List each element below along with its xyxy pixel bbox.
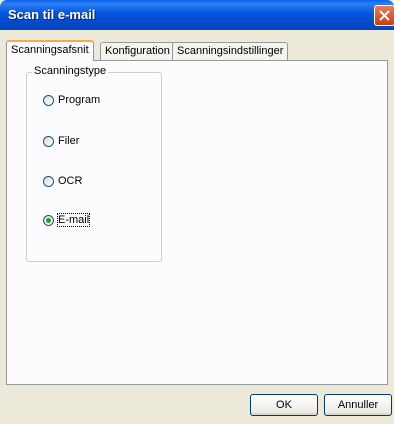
tab-label: Konfiguration [105,45,170,57]
radio-label: E-mail [56,213,91,227]
close-button[interactable] [374,5,394,26]
tab-konfiguration[interactable]: Konfiguration [100,42,175,60]
radio-label: Filer [58,135,80,147]
radio-label: OCR [58,175,83,187]
tab-scanningsindstillinger[interactable]: Scanningsindstillinger [172,42,289,60]
window-title: Scan til e-mail [8,7,96,22]
radio-button[interactable] [43,136,54,147]
cancel-button[interactable]: Annuller [324,394,392,416]
radio-label: Program [58,94,101,106]
radio-button[interactable] [43,95,54,106]
tab-label: Scanningsindstillinger [177,45,284,57]
close-icon [379,10,390,21]
radio-button-selected[interactable] [43,215,54,226]
title-bar[interactable]: Scan til e-mail [0,0,394,30]
radio-dot [46,218,51,223]
scan-dialog: Scan til e-mail Scanningsafsnit Konfigur… [0,0,394,424]
tab-label: Scanningsafsnit [11,44,89,56]
tab-scanningsafsnit[interactable]: Scanningsafsnit [6,40,94,61]
radio-button[interactable] [43,176,54,187]
group-label: Scanningstype [32,65,109,77]
ok-button[interactable]: OK [250,394,318,416]
